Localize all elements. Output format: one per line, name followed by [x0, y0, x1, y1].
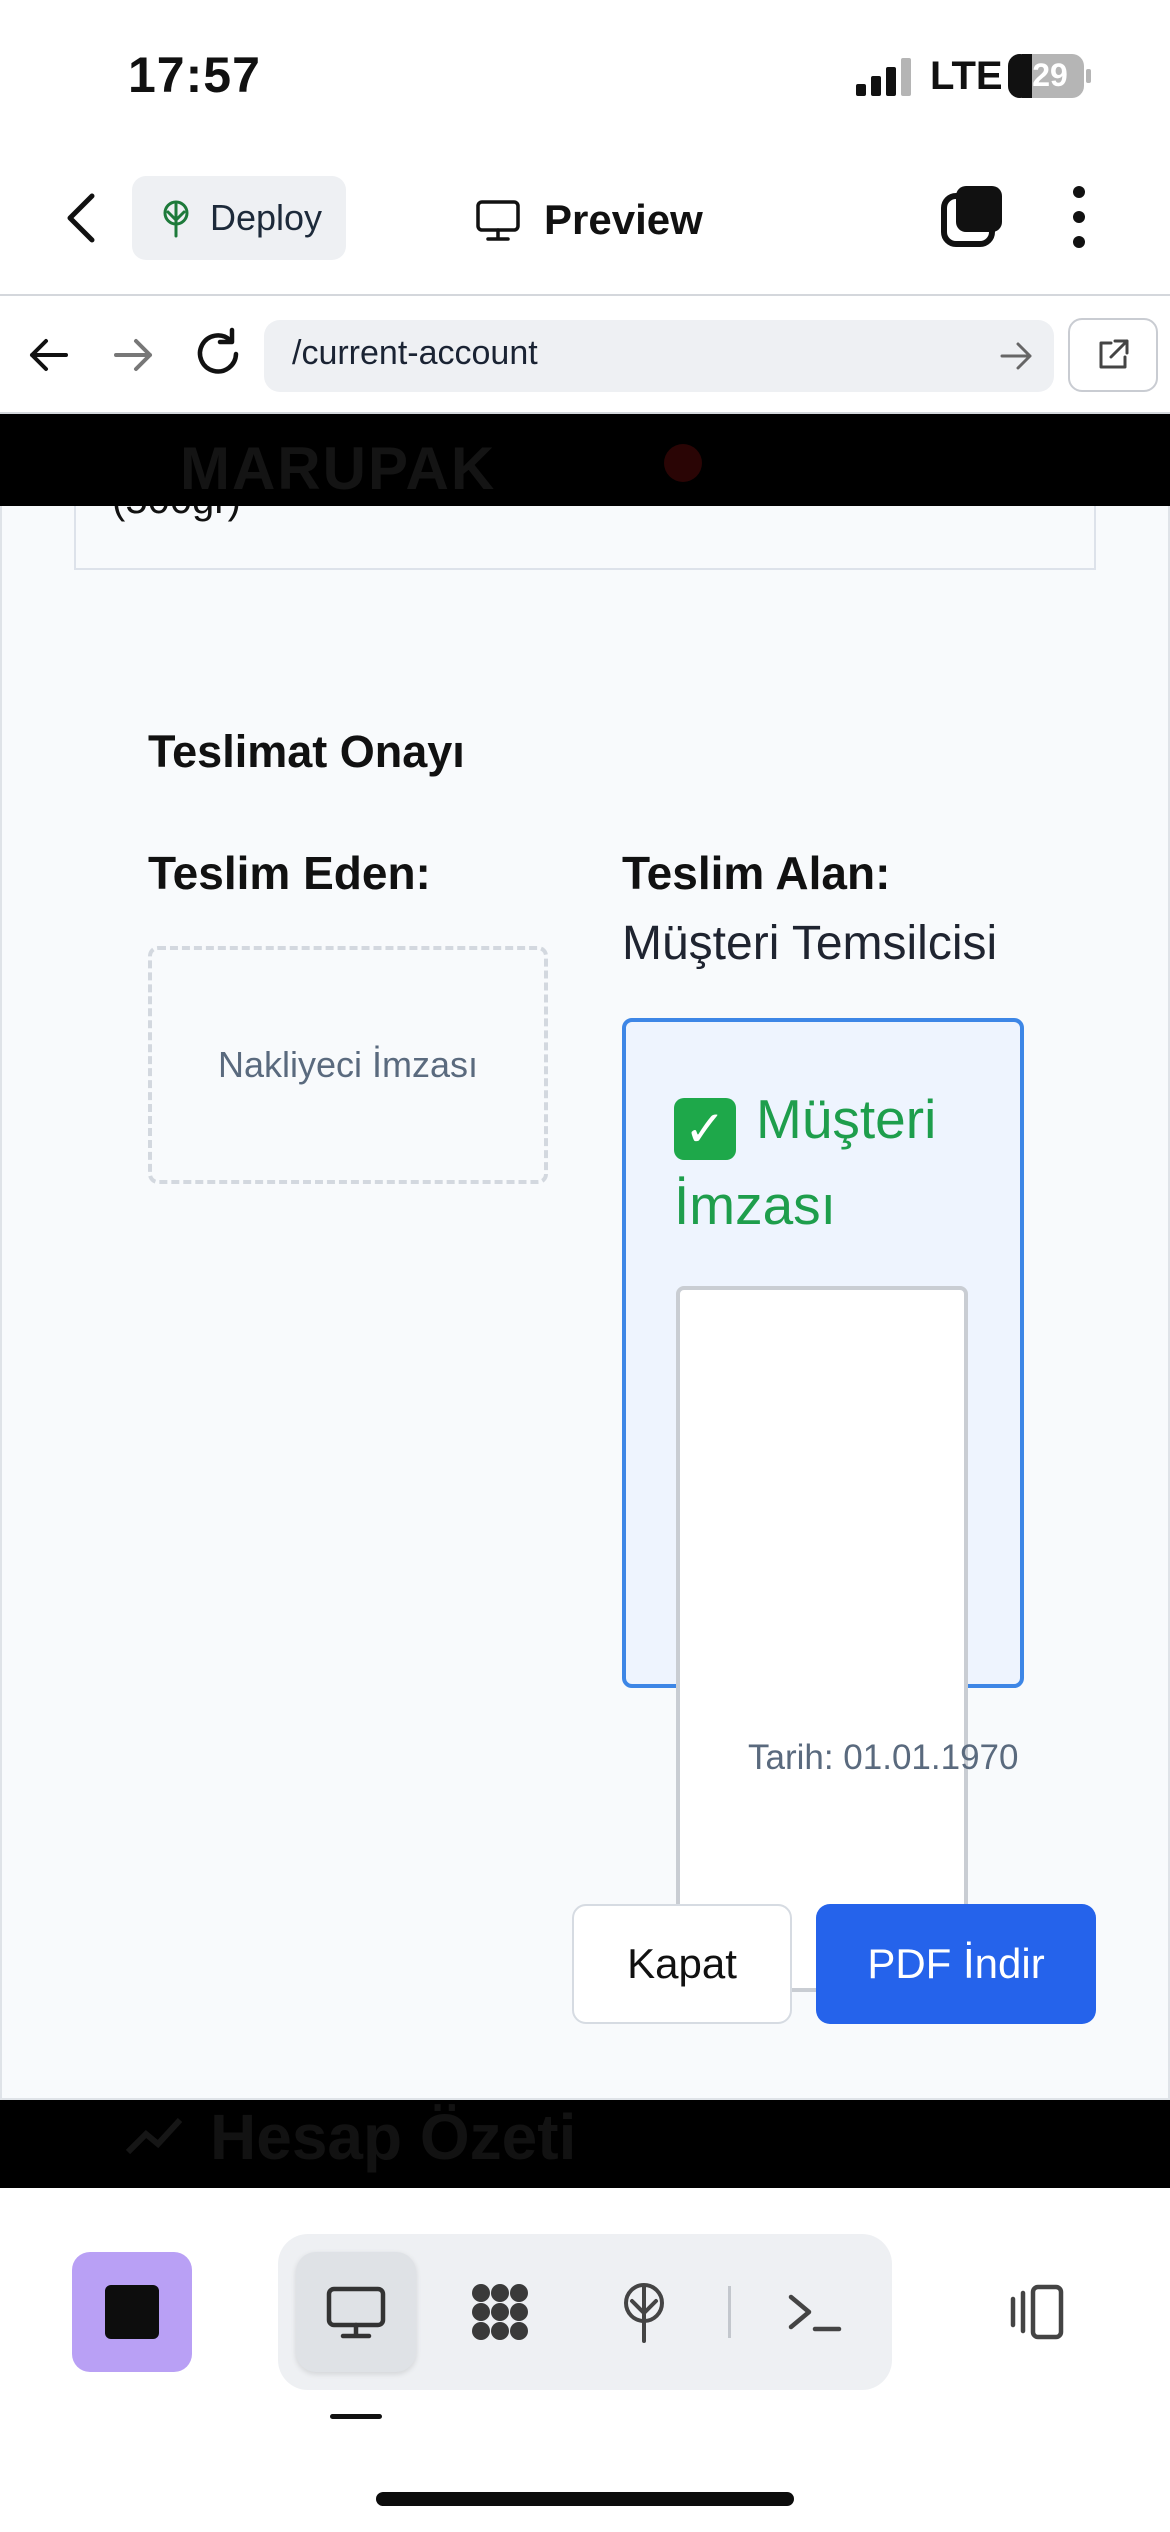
section-title: Teslimat Onayı — [148, 726, 465, 777]
open-external-icon — [1099, 339, 1129, 369]
receiver-label: Teslim Alan: — [622, 847, 891, 899]
status-time: 17:57 — [128, 47, 261, 103]
reload-icon[interactable] — [190, 326, 246, 382]
receiver-name: Müşteri Temsilcisi — [622, 917, 998, 970]
check-icon: ✓ — [674, 1098, 736, 1160]
dock-preview-tab[interactable] — [296, 2252, 416, 2372]
trending-up-icon — [125, 2117, 183, 2155]
dock-terminal-tab[interactable] — [764, 2262, 864, 2362]
summary-title: Hesap Özeti — [210, 2101, 577, 2173]
carrier-signature-placeholder: Nakliyeci İmzası — [217, 1044, 479, 1085]
tabs-icon[interactable] — [940, 184, 1004, 248]
cellular-signal-icon — [856, 58, 911, 96]
dock-apps-tab[interactable] — [450, 2262, 550, 2362]
dock-device-toggle[interactable] — [986, 2262, 1086, 2362]
pdf-download-button[interactable]: PDF İndir — [816, 1904, 1096, 2024]
customer-signature-title: ✓ Müşteri İmzası — [674, 1076, 1004, 1248]
deliverer-label: Teslim Eden: — [148, 847, 431, 899]
preview-tab[interactable]: Preview — [474, 190, 703, 250]
top-overlay-band: MARUPAK — [0, 414, 1170, 506]
battery-level: 29 — [1032, 57, 1068, 93]
brand-name: MARUPAK — [180, 435, 497, 502]
stop-button[interactable] — [72, 2252, 192, 2372]
deploy-tree-icon — [624, 2283, 664, 2343]
stop-icon — [105, 2285, 159, 2339]
device-toggle-icon — [1010, 2284, 1064, 2340]
signature-canvas[interactable] — [676, 1286, 968, 1992]
bottom-overlay-band: Hesap Özeti — [0, 2100, 1170, 2188]
signature-date: Tarih: 01.01.1970 — [748, 1738, 1019, 1777]
carrier-label: LTE — [930, 54, 1003, 98]
deploy-label: Deploy — [209, 197, 323, 238]
monitor-icon — [326, 2286, 386, 2339]
apps-grid-icon — [472, 2284, 528, 2340]
monitor-icon — [476, 200, 520, 241]
dock-deploy-tab[interactable] — [594, 2262, 694, 2362]
deploy-button[interactable]: Deploy — [132, 176, 346, 260]
notification-dot — [664, 444, 702, 482]
carrier-signature-box[interactable]: Nakliyeci İmzası — [148, 946, 548, 1184]
close-button[interactable]: Kapat — [572, 1904, 792, 2024]
deploy-tree-icon — [163, 200, 189, 238]
terminal-icon — [788, 2294, 842, 2332]
more-vertical-icon[interactable] — [1064, 182, 1094, 252]
go-arrow-icon[interactable] — [996, 336, 1036, 376]
product-fragment: (500gr) — [112, 506, 241, 520]
product-text-clip: (500gr) — [74, 506, 1096, 542]
active-tab-indicator — [330, 2414, 382, 2419]
home-indicator[interactable] — [376, 2492, 794, 2506]
dock-separator — [728, 2286, 731, 2338]
header-divider — [0, 294, 1170, 296]
url-text[interactable]: /current-account — [292, 334, 538, 373]
back-chevron-icon[interactable] — [60, 188, 104, 248]
open-external-button[interactable] — [1068, 318, 1158, 392]
arrow-left-icon[interactable] — [24, 330, 74, 380]
arrow-right-icon[interactable] — [108, 330, 158, 380]
preview-label: Preview — [544, 196, 703, 243]
